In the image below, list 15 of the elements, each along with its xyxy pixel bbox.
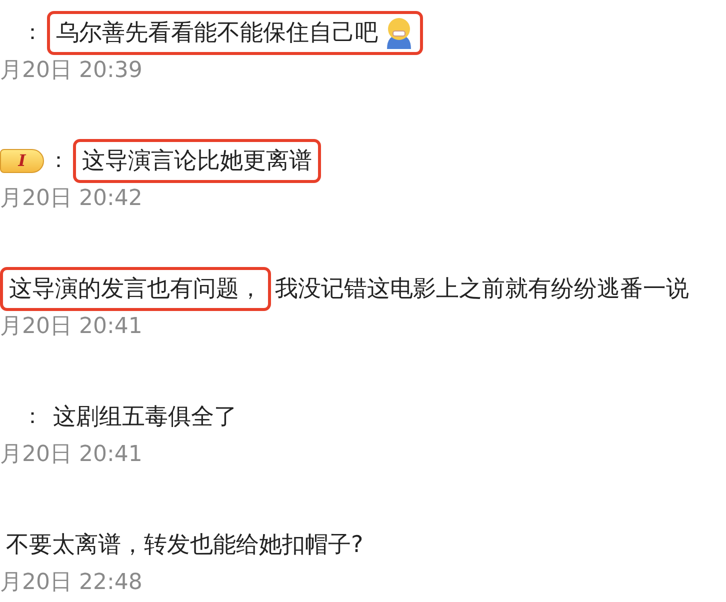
comment-text: 不要太离谱，转发也能给她扣帽子? [5, 530, 364, 560]
colon: ： [22, 19, 43, 46]
level-badge: I [0, 149, 44, 173]
comment-text: 这剧组五毒俱全了 [52, 402, 238, 432]
highlighted-comment-text: 这导演的发言也有问题， [0, 266, 271, 312]
comment-time: 月20日 20:39 [0, 58, 142, 83]
comment-time: 月20日 22:48 [0, 570, 142, 595]
comment-time: 月20日 20:41 [0, 442, 142, 467]
comment-text: 我没记错这电影上之前就有纷纷逃番一说 [274, 274, 690, 304]
highlighted-comment-text: 这导演言论比她更离谱 [73, 138, 321, 184]
colon: ： [48, 147, 69, 174]
comment-time: 月20日 20:41 [0, 314, 142, 339]
highlighted-comment-text: 乌尔善先看看能不能保住自己吧 [47, 10, 423, 56]
comment-time: 月20日 20:42 [0, 186, 142, 211]
colon: ： [22, 403, 43, 430]
